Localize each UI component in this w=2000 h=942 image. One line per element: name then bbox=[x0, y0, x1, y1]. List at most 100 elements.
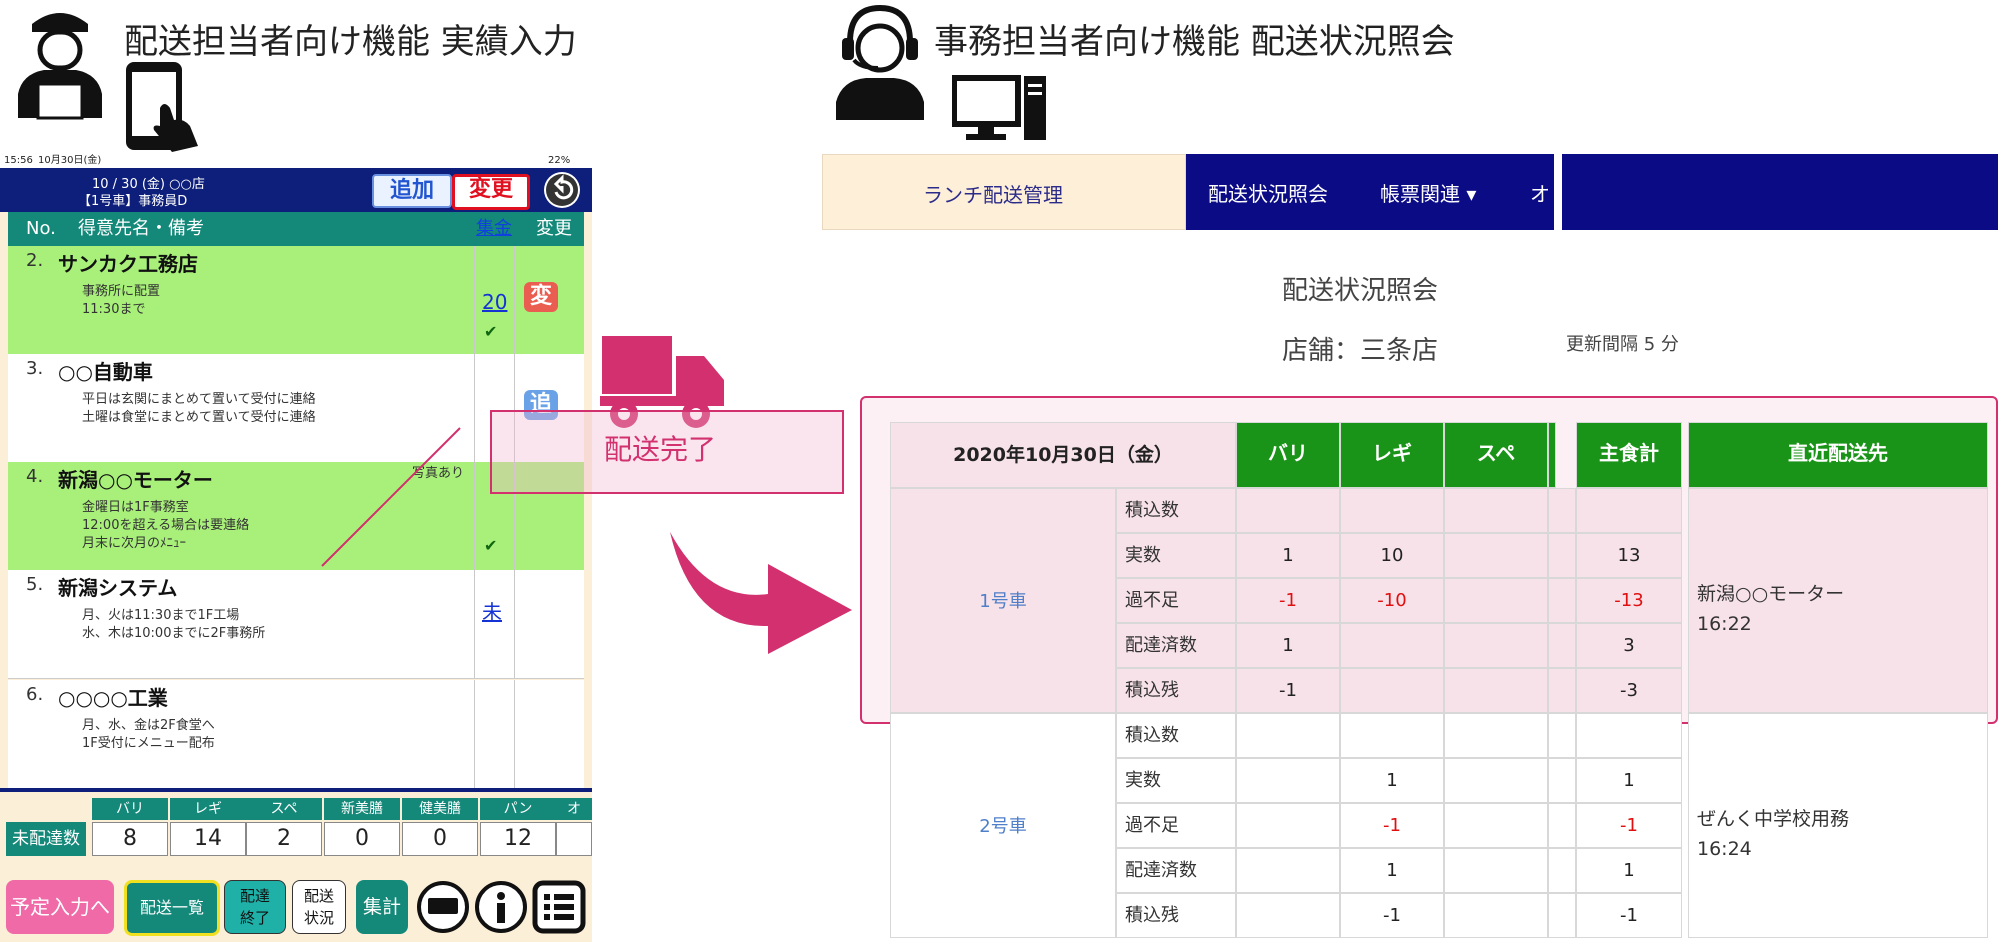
nav-item-other[interactable]: オ bbox=[1530, 178, 1550, 207]
row-label: 実数 bbox=[1116, 758, 1236, 803]
summary-header: 健美膳 bbox=[402, 798, 478, 820]
summary-count: 14 bbox=[170, 822, 246, 856]
customer-name: ○○自動車 bbox=[58, 360, 153, 384]
gap-cell bbox=[1548, 713, 1576, 758]
status-line1: 配送 bbox=[303, 887, 334, 905]
info-icon[interactable] bbox=[474, 880, 528, 934]
table-cell bbox=[1236, 713, 1340, 758]
store-name: 店舗：三条店 bbox=[1282, 336, 1439, 366]
row-label: 積込残 bbox=[1116, 668, 1236, 713]
gap-cell bbox=[1548, 803, 1576, 848]
counter-icon[interactable] bbox=[416, 880, 470, 934]
summary-header: レギ bbox=[170, 798, 246, 820]
table-date-header: 2020年10月30日（金） bbox=[890, 422, 1236, 488]
table-cell bbox=[1236, 803, 1340, 848]
note: 月、水、金は2F食堂へ bbox=[82, 718, 215, 733]
table-cell bbox=[1444, 533, 1548, 578]
change-button[interactable]: 変更 bbox=[452, 174, 530, 210]
end-line2: 終了 bbox=[239, 909, 270, 927]
brand-name[interactable]: ランチ配送管理 bbox=[923, 179, 1063, 208]
row-no: 4. bbox=[26, 466, 44, 487]
table-cell: -10 bbox=[1340, 578, 1444, 623]
note: 11:30まで bbox=[82, 302, 146, 317]
col-no: No. bbox=[26, 218, 56, 239]
delivery-list-button[interactable]: 配送一覧 bbox=[124, 880, 220, 936]
gap-cell bbox=[1548, 848, 1576, 893]
change-badge-button[interactable]: 変 bbox=[524, 282, 558, 312]
table-cell: 1 bbox=[1236, 623, 1340, 668]
row-no: 2. bbox=[26, 250, 44, 271]
row-label: 実数 bbox=[1116, 533, 1236, 578]
column-header: スペ bbox=[1444, 422, 1548, 488]
nav-item-status[interactable]: 配送状況照会 bbox=[1208, 178, 1328, 207]
customer-name: 新潟システム bbox=[58, 576, 178, 600]
latest-time: 16:22 bbox=[1697, 613, 1752, 635]
latest-destination-cell: ぜんく中学校用務 16:24 bbox=[1688, 713, 1988, 938]
vehicle-name: 2号車 bbox=[890, 713, 1116, 938]
swipe-stroke bbox=[321, 427, 461, 567]
table-cell bbox=[1444, 668, 1548, 713]
nav-bar: 配送状況照会 帳票関連 ▾ オ bbox=[1186, 154, 1554, 230]
table-cell: -1 bbox=[1236, 578, 1340, 623]
column-header: 直近配送先 bbox=[1688, 422, 1988, 488]
summary-count bbox=[556, 822, 592, 856]
delivery-status-button[interactable]: 配送 状況 bbox=[292, 880, 346, 934]
note: 月末に次月のﾒﾆｭｰ bbox=[82, 536, 187, 551]
customer-name: ○○○○工業 bbox=[58, 686, 168, 710]
nav-item-reports[interactable]: 帳票関連 ▾ bbox=[1380, 178, 1476, 207]
delivery-complete-label: 配送完了 bbox=[604, 433, 717, 466]
page-title: 配送状況照会 bbox=[1282, 276, 1439, 306]
note: 月、火は11:30まで1F工場 bbox=[82, 608, 240, 623]
table-cell: -1 bbox=[1236, 668, 1340, 713]
tablet-touch-icon bbox=[126, 62, 198, 152]
delivery-end-button[interactable]: 配達 終了 bbox=[224, 880, 286, 934]
table-cell: -13 bbox=[1576, 578, 1682, 623]
undo-icon bbox=[546, 174, 578, 206]
note: 金曜日は1F事務室 bbox=[82, 500, 189, 515]
back-button[interactable] bbox=[544, 172, 580, 208]
add-button[interactable]: 追加 bbox=[372, 174, 452, 208]
total-button[interactable]: 集計 bbox=[356, 880, 408, 934]
note: 平日は玄関にまとめて置いて受付に連絡 bbox=[82, 392, 316, 407]
table-cell: 1 bbox=[1340, 848, 1444, 893]
table-cell: 1 bbox=[1236, 533, 1340, 578]
table-cell: 1 bbox=[1340, 758, 1444, 803]
operator-headset-icon bbox=[836, 4, 924, 120]
right-section-title: 事務担当者向け機能 配送状況照会 bbox=[934, 22, 1455, 62]
collect-amount-link[interactable]: 20 bbox=[482, 290, 507, 314]
row-label: 積込残 bbox=[1116, 893, 1236, 938]
row-label: 積込数 bbox=[1116, 713, 1236, 758]
row-no: 5. bbox=[26, 574, 44, 595]
list-item[interactable]: 5. 新潟システム 月、火は11:30まで1F工場 水、木は10:00までに2F… bbox=[8, 570, 584, 679]
table-cell: 1 bbox=[1576, 848, 1682, 893]
row-label: 過不足 bbox=[1116, 803, 1236, 848]
row-no: 3. bbox=[26, 358, 44, 379]
row-no: 6. bbox=[26, 684, 44, 705]
summary-header: パン bbox=[480, 798, 556, 820]
row-label: 過不足 bbox=[1116, 578, 1236, 623]
collect-amount-link[interactable]: 未 bbox=[482, 596, 502, 625]
table-cell bbox=[1236, 488, 1340, 533]
note: 水、木は10:00までに2F事務所 bbox=[82, 626, 266, 641]
list-item[interactable]: 6. ○○○○工業 月、水、金は2F食堂へ 1F受付にメニュー配布 bbox=[8, 680, 584, 788]
table-cell bbox=[1340, 713, 1444, 758]
column-header: バリ bbox=[1236, 422, 1340, 488]
col-collect[interactable]: 集金 bbox=[476, 212, 512, 246]
plan-input-button[interactable]: 予定入力へ bbox=[6, 880, 114, 934]
table-cell: 3 bbox=[1576, 623, 1682, 668]
table-cell bbox=[1236, 848, 1340, 893]
battery-level: 22% bbox=[548, 155, 571, 166]
summary-count: 8 bbox=[92, 822, 168, 856]
latest-time: 16:24 bbox=[1697, 838, 1752, 860]
list-item[interactable]: 2. サンカク工務店 事務所に配置 11:30まで 20 ✔ 変 bbox=[8, 246, 584, 354]
left-section-title: 配送担当者向け機能 実績入力 bbox=[124, 22, 577, 62]
summary-header: 新美膳 bbox=[324, 798, 400, 820]
table-cell bbox=[1236, 893, 1340, 938]
table-cell bbox=[1576, 713, 1682, 758]
table-cell bbox=[1340, 488, 1444, 533]
menu-list-icon[interactable] bbox=[532, 880, 586, 934]
row-label: 積込数 bbox=[1116, 488, 1236, 533]
column-header: レギ bbox=[1340, 422, 1444, 488]
tablet-screen: 15:56 10月30日(金) 22% 10 / 30 (金) ○○店 【1号車… bbox=[0, 154, 592, 942]
gap-cell bbox=[1548, 893, 1576, 938]
